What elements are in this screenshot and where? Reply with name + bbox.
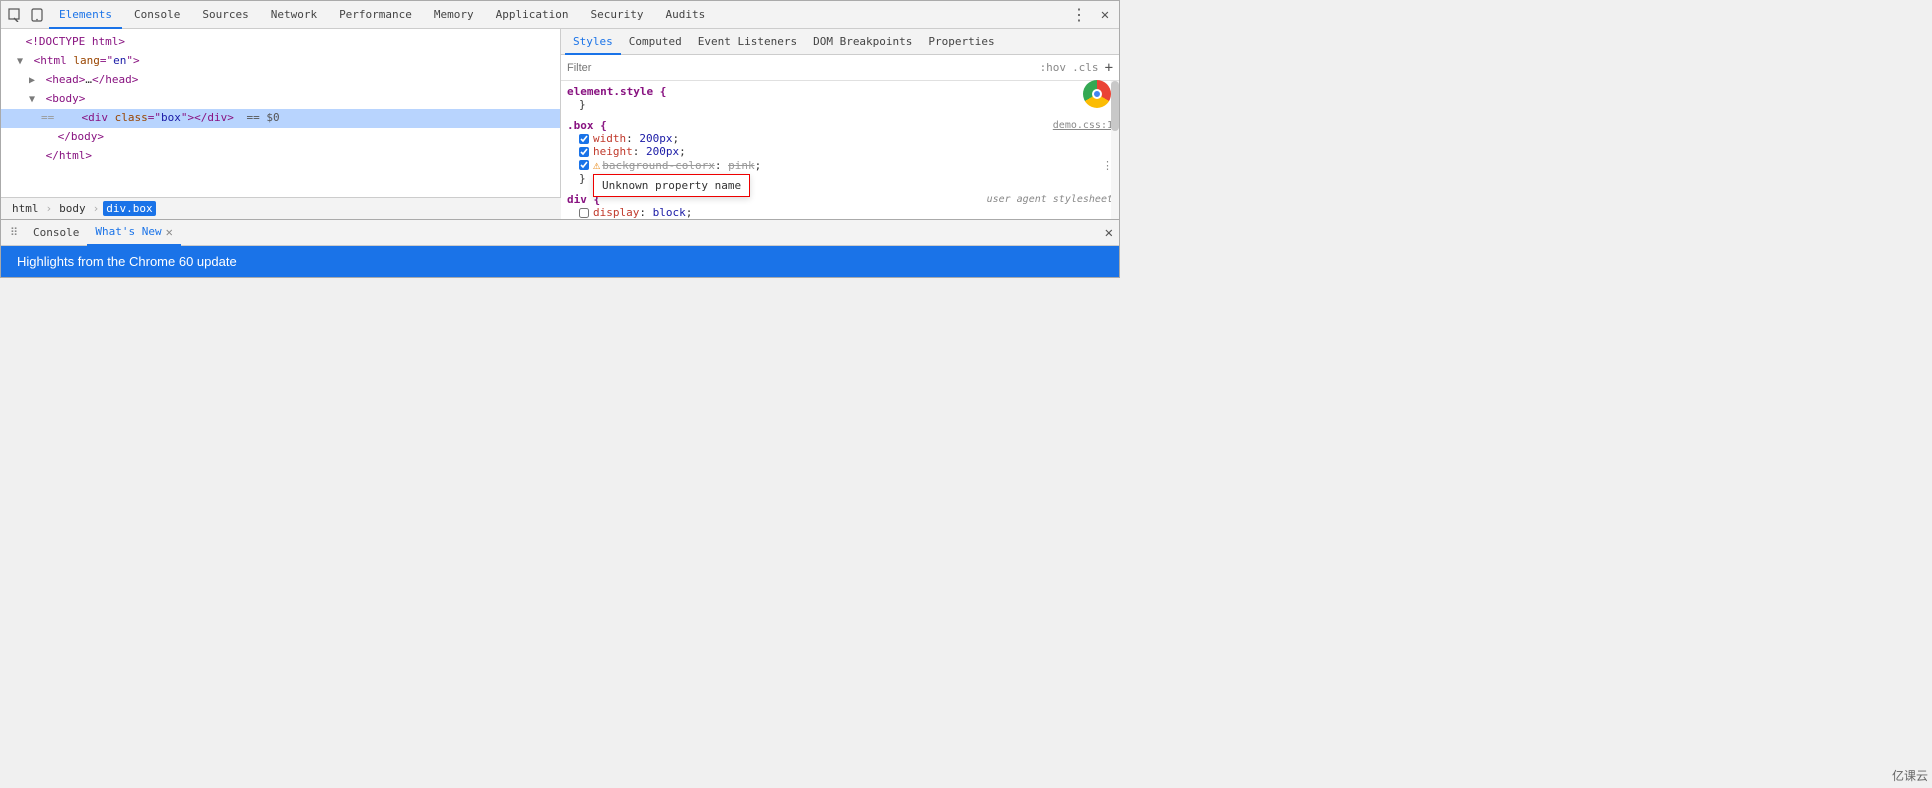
style-prop-width: width : 200px ; xyxy=(567,132,1113,145)
styles-filter-input[interactable] xyxy=(567,62,1040,74)
breadcrumb-html[interactable]: html xyxy=(9,201,42,216)
prop-height-checkbox[interactable] xyxy=(579,147,589,157)
styles-filter-row: :hov .cls + xyxy=(561,55,1119,81)
style-selector-box: .box { xyxy=(567,119,607,132)
styles-tab-styles[interactable]: Styles xyxy=(565,29,621,55)
prop-display-name: display xyxy=(593,206,639,219)
style-rule-element: element.style { } xyxy=(567,85,1113,111)
expand-arrow[interactable]: ▼ xyxy=(29,92,39,108)
expand-arrow xyxy=(65,111,75,127)
devtools-content: <!DOCTYPE html> ▼ <html lang="en"> ▶ <he… xyxy=(1,29,1119,219)
tab-memory[interactable]: Memory xyxy=(424,1,484,29)
html-line-div-box[interactable]: == <div class="box"></div> == $0 xyxy=(1,109,560,128)
style-prop-display: display : block ; xyxy=(567,206,1113,219)
styles-tab-dom-breakpoints[interactable]: DOM Breakpoints xyxy=(805,29,920,55)
console-tab-bar: ⠿ Console What's New ✕ ✕ xyxy=(1,220,1119,246)
style-rule-box-header: .box { demo.css:1 xyxy=(567,119,1113,132)
prop-display-checkbox[interactable] xyxy=(579,208,589,218)
styles-tabs: Styles Computed Event Listeners DOM Brea… xyxy=(561,29,1119,55)
styles-scrollbar-thumb[interactable] xyxy=(1111,81,1119,131)
expand-arrow xyxy=(41,130,51,146)
style-source-box[interactable]: demo.css:1 xyxy=(1053,120,1113,131)
line-prefix: == xyxy=(41,111,54,124)
expand-arrow xyxy=(29,149,39,165)
prop-width-value: 200px xyxy=(639,132,672,145)
tab-sources[interactable]: Sources xyxy=(192,1,258,29)
styles-tab-computed[interactable]: Computed xyxy=(621,29,690,55)
tab-application[interactable]: Application xyxy=(486,1,579,29)
prop-display-value: block xyxy=(653,206,686,219)
expand-arrow[interactable]: ▼ xyxy=(17,54,27,70)
tab-audits[interactable]: Audits xyxy=(656,1,716,29)
elements-pane: <!DOCTYPE html> ▼ <html lang="en"> ▶ <he… xyxy=(1,29,561,219)
filter-add-button[interactable]: + xyxy=(1105,60,1113,76)
style-rule-header: element.style { xyxy=(567,85,1113,98)
style-selector: element.style { xyxy=(567,85,666,98)
tab-whats-new-label: What's New xyxy=(95,219,161,245)
drag-handle-icon[interactable]: ⠿ xyxy=(7,226,21,240)
prop-bgcolorx-name: background-colorx xyxy=(602,159,715,172)
ua-label: user agent stylesheet xyxy=(987,194,1113,205)
prop-height-name: height xyxy=(593,145,633,158)
html-line-html-close: </html> xyxy=(1,147,560,166)
prop-width-checkbox[interactable] xyxy=(579,134,589,144)
style-rule-close: } xyxy=(567,98,1113,111)
styles-tab-event-listeners[interactable]: Event Listeners xyxy=(690,29,805,55)
console-section: ⠿ Console What's New ✕ ✕ Highlights from… xyxy=(0,220,1120,278)
style-prop-bgcolorx: ⚠ Unknown property name background-color… xyxy=(567,158,1113,172)
breadcrumb-bar: html › body › div.box xyxy=(1,197,561,219)
html-line-body: ▼ <body> xyxy=(1,90,560,109)
devtools-toolbar: Elements Console Sources Network Perform… xyxy=(1,1,1119,29)
tab-console-bottom[interactable]: Console xyxy=(25,220,87,246)
style-rule-box: .box { demo.css:1 width : 200px ; xyxy=(567,119,1113,185)
expand-arrow xyxy=(9,35,19,51)
styles-scrollbar[interactable] xyxy=(1111,81,1119,219)
warning-tooltip-wrapper: ⚠ Unknown property name xyxy=(593,158,602,172)
html-line-body-close: </body> xyxy=(1,128,560,147)
tab-security[interactable]: Security xyxy=(581,1,654,29)
style-prop-height: height : 200px ; xyxy=(567,145,1113,158)
prop-bgcolorx-checkbox[interactable] xyxy=(579,160,589,170)
bottom-icons: 亿课云 xyxy=(1892,767,1928,784)
tab-network[interactable]: Network xyxy=(261,1,327,29)
watermark-text: 亿课云 xyxy=(1892,767,1928,784)
mobile-icon[interactable] xyxy=(27,5,47,25)
tab-whats-new-close[interactable]: ✕ xyxy=(166,219,173,245)
html-line-head: ▶ <head>…</head> xyxy=(1,71,560,90)
console-close-button[interactable]: ✕ xyxy=(1105,225,1113,241)
styles-tab-properties[interactable]: Properties xyxy=(920,29,1002,55)
styles-pane: Styles Computed Event Listeners DOM Brea… xyxy=(561,29,1119,219)
tab-performance[interactable]: Performance xyxy=(329,1,422,29)
prop-bgcolorx-value: pink xyxy=(728,159,755,172)
html-line-html: ▼ <html lang="en"> xyxy=(1,52,560,71)
html-line-doctype: <!DOCTYPE html> xyxy=(1,33,560,52)
breadcrumb-body[interactable]: body xyxy=(56,201,89,216)
filter-hov-button[interactable]: :hov xyxy=(1040,61,1067,74)
devtools-panel: Elements Console Sources Network Perform… xyxy=(0,0,1120,220)
prop-width-name: width xyxy=(593,132,626,145)
highlights-banner: Highlights from the Chrome 60 update xyxy=(1,246,1119,277)
tab-elements[interactable]: Elements xyxy=(49,1,122,29)
expand-arrow[interactable]: ▶ xyxy=(29,73,39,89)
filter-cls-button[interactable]: .cls xyxy=(1072,61,1099,74)
warning-icon[interactable]: ⚠ xyxy=(593,158,600,172)
dollar-zero: == $0 xyxy=(246,111,279,124)
unknown-property-tooltip: Unknown property name xyxy=(593,174,750,197)
tab-whats-new[interactable]: What's New ✕ xyxy=(87,220,180,246)
more-options-button[interactable]: ⋮ xyxy=(1067,3,1091,26)
prop-height-value: 200px xyxy=(646,145,679,158)
devtools-close-button[interactable]: ✕ xyxy=(1095,5,1115,25)
styles-content: element.style { } .box { demo.css:1 xyxy=(561,81,1119,219)
inspect-icon[interactable] xyxy=(5,5,25,25)
breadcrumb-divbox[interactable]: div.box xyxy=(103,201,155,216)
tab-console[interactable]: Console xyxy=(124,1,190,29)
